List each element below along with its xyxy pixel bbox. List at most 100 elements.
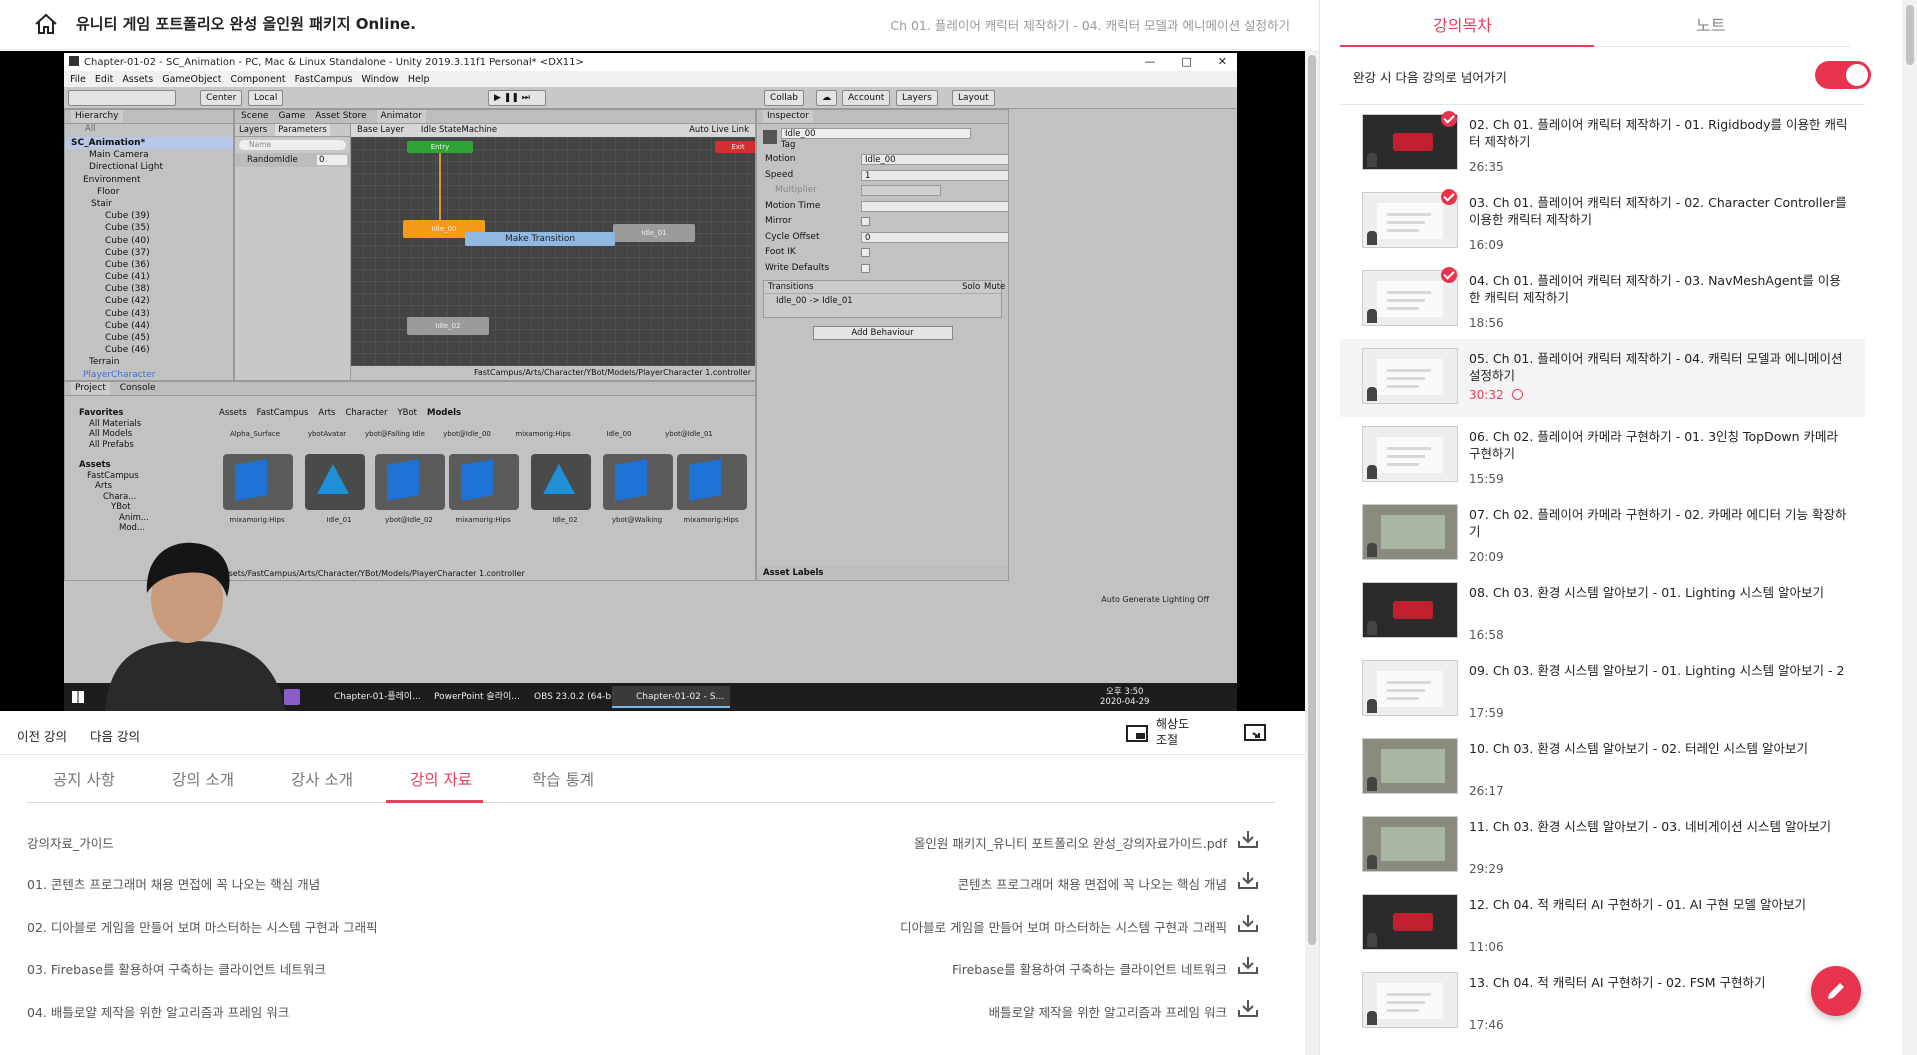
download-icon[interactable]	[1237, 955, 1259, 975]
tree-character: Chara...	[103, 491, 137, 502]
lesson-item[interactable]: 11. Ch 03. 환경 시스템 알아보기 - 03. 네비게이션 시스템 알…	[1340, 807, 1865, 885]
parameter-name: RandomIdle	[247, 155, 298, 165]
hierarchy-search: All	[85, 124, 96, 134]
lesson-item[interactable]: 02. Ch 01. 플레이어 캐릭터 제작하기 - 01. Rigidbody…	[1340, 105, 1865, 183]
lesson-thumbnail	[1362, 426, 1458, 482]
material-row: 03. Firebase를 활용하여 구축하는 클라이언트 네트워크 Fireba…	[27, 951, 1265, 981]
model-cube-icon	[615, 459, 647, 501]
tab-notes[interactable]: 노트	[1696, 12, 1725, 36]
fullscreen-exit-icon[interactable]	[1244, 724, 1266, 742]
hierarchy-row: Stair	[91, 198, 112, 209]
download-icon[interactable]	[1237, 870, 1259, 890]
model-cube-icon	[461, 459, 493, 501]
idle01-state: Idle_01	[613, 224, 695, 242]
material-title: 03. Firebase를 활용하여 구축하는 클라이언트 네트워크	[27, 962, 326, 977]
material-file-link[interactable]: Firebase를 활용하여 구축하는 클라이언트 네트워크	[952, 959, 1227, 978]
lesson-item[interactable]: 12. Ch 04. 적 캐릭터 AI 구현하기 - 01. AI 구현 모델 …	[1340, 885, 1865, 963]
unity-window-title: Chapter-01-02 - SC_Animation - PC, Mac &…	[84, 56, 584, 68]
tab-materials[interactable]: 강의 자료	[410, 768, 472, 790]
prev-lecture-button[interactable]: 이전 강의	[17, 726, 67, 745]
thumbnail-scene	[1381, 827, 1445, 861]
thumbnail-line	[1387, 229, 1419, 232]
home-icon[interactable]	[34, 13, 58, 35]
material-file-link[interactable]: 올인원 패키지_유니티 포트폴리오 완성_강의자료가이드.pdf	[914, 833, 1227, 852]
state-name-field: Idle_00	[781, 128, 971, 139]
pencil-icon	[1828, 983, 1844, 999]
animation-clip-icon	[543, 464, 575, 494]
download-icon[interactable]	[1237, 998, 1259, 1018]
taskbar-time: 오후 3:50	[1106, 687, 1144, 697]
idle02-state: Idle_02	[407, 317, 489, 335]
material-file-link[interactable]: 디아블로 게임을 만들어 보며 마스터하는 시스템 구현과 그래픽	[900, 917, 1227, 936]
lesson-title: 07. Ch 02. 플레이어 카메라 구현하기 - 02. 카메라 에디터 기…	[1469, 507, 1847, 539]
resolution-button[interactable]: 해상도 조절	[1126, 716, 1216, 750]
tab-notice[interactable]: 공지 사항	[53, 768, 115, 790]
lesson-item[interactable]: 05. Ch 01. 플레이어 캐릭터 제작하기 - 04. 캐릭터 모델과 에…	[1340, 339, 1865, 417]
sidebar-tabs: 강의목차 노트	[1340, 0, 1850, 48]
hierarchy-row: PlayerCharacter	[83, 369, 156, 380]
next-lecture-button[interactable]: 다음 강의	[90, 726, 140, 745]
asset-thumbnail	[449, 454, 519, 510]
entry-state: Entry	[407, 141, 473, 153]
tab-instructor[interactable]: 강사 소개	[291, 768, 353, 790]
lesson-item[interactable]: 08. Ch 03. 환경 시스템 알아보기 - 01. Lighting 시스…	[1340, 573, 1865, 651]
crumb-character: Character	[345, 408, 388, 418]
hierarchy-row: Cube (35)	[105, 223, 150, 234]
lesson-item[interactable]: 10. Ch 03. 환경 시스템 알아보기 - 02. 터레인 시스템 알아보…	[1340, 729, 1865, 807]
thumbnail-presenter	[1367, 543, 1377, 557]
animator-params-pane: Layers Parameters Name RandomIdle 0	[235, 124, 351, 380]
lesson-title: 03. Ch 01. 플레이어 캐릭터 제작하기 - 02. Character…	[1469, 195, 1847, 227]
tab-stats[interactable]: 학습 통계	[532, 768, 594, 790]
mute-header: Mute	[984, 282, 1006, 292]
autoplay-toggle[interactable]	[1815, 61, 1871, 89]
lesson-item[interactable]: 04. Ch 01. 플레이어 캐릭터 제작하기 - 03. NavMeshAg…	[1340, 261, 1865, 339]
thumbnail-slide	[1377, 671, 1443, 707]
crumb-assets: Assets	[219, 408, 247, 418]
layout-dropdown: Layout	[952, 90, 995, 106]
lesson-item[interactable]: 09. Ch 03. 환경 시스템 알아보기 - 01. Lighting 시스…	[1340, 651, 1865, 729]
sidebar-scrollbar-thumb[interactable]	[1906, 5, 1914, 65]
add-behaviour-button: Add Behaviour	[812, 326, 953, 340]
thumbnail-line	[1387, 455, 1425, 458]
material-file-link[interactable]: 콘텐츠 프로그래머 채용 면접에 꼭 나오는 핵심 개념	[958, 874, 1227, 893]
close-icon: ✕	[1217, 55, 1227, 68]
download-icon[interactable]	[1237, 829, 1259, 849]
hierarchy-row: SC_Animation*	[65, 137, 233, 150]
asset-label: ybot@Idle_01	[665, 430, 713, 438]
page-scrollbar[interactable]	[1305, 50, 1319, 1055]
inspector-row: Cycle Offset0Parameter	[765, 230, 1008, 246]
tab-course-intro[interactable]: 강의 소개	[172, 768, 234, 790]
auto-lighting-status: Auto Generate Lighting Off	[1101, 595, 1209, 604]
page-scrollbar-thumb[interactable]	[1308, 55, 1316, 945]
sidebar-scrollbar[interactable]	[1902, 0, 1917, 1055]
sidebar-tab-underline	[1340, 45, 1594, 47]
lesson-item[interactable]: 13. Ch 04. 적 캐릭터 AI 구현하기 - 02. FSM 구현하기 1…	[1340, 963, 1865, 1041]
asset-label: ybot@Falling Idle	[365, 430, 425, 438]
thumbnail-presenter	[1367, 465, 1377, 479]
project-asset-grid: Alpha_Surface ybotAvatar ybot@Falling Idle…	[219, 420, 749, 568]
material-file-link[interactable]: 배틀로얄 제작을 위한 알고리즘과 프레임 워크	[989, 1002, 1227, 1021]
fav-all-materials: All Materials	[89, 418, 142, 429]
thumbnail-slide	[1377, 203, 1443, 239]
video-player[interactable]: Chapter-01-02 - SC_Animation - PC, Mac &…	[0, 51, 1305, 711]
curriculum-sidebar: 강의목차 노트 완강 시 다음 강의로 넘어가기 02. Ch 01. 플레이어…	[1319, 0, 1917, 1055]
unity-menubar: File Edit Assets GameObject Component Fa…	[64, 71, 1237, 87]
tree-fastcampus: FastCampus	[87, 470, 139, 481]
lecture-player-page: 유니티 게임 포트폴리오 완성 올인원 패키지 Online. Ch 01. 플…	[0, 0, 1917, 1055]
download-icon[interactable]	[1237, 913, 1259, 933]
tab-curriculum[interactable]: 강의목차	[1433, 12, 1492, 36]
menu-edit: Edit	[94, 73, 114, 85]
write-note-button[interactable]	[1811, 966, 1861, 1016]
parameters-subtab: Parameters	[275, 124, 330, 136]
lesson-item[interactable]: 03. Ch 01. 플레이어 캐릭터 제작하기 - 02. Character…	[1340, 183, 1865, 261]
tree-animations: Anim...	[119, 512, 149, 523]
state-icon	[763, 130, 777, 144]
lesson-duration: 11:06	[1469, 940, 1504, 954]
model-cube-icon	[689, 459, 721, 501]
lesson-item[interactable]: 07. Ch 02. 플레이어 카메라 구현하기 - 02. 카메라 에디터 기…	[1340, 495, 1865, 573]
inspector-panel: Inspector Idle_00 Tag Motion Idle_00 Speed…	[756, 109, 1009, 581]
crumb-models: Models	[427, 408, 462, 418]
lesson-item[interactable]: 06. Ch 02. 플레이어 카메라 구현하기 - 01. 3인칭 TopDo…	[1340, 417, 1865, 495]
thumbnail-line	[1387, 299, 1425, 302]
scene-tab: Scene	[241, 111, 269, 121]
